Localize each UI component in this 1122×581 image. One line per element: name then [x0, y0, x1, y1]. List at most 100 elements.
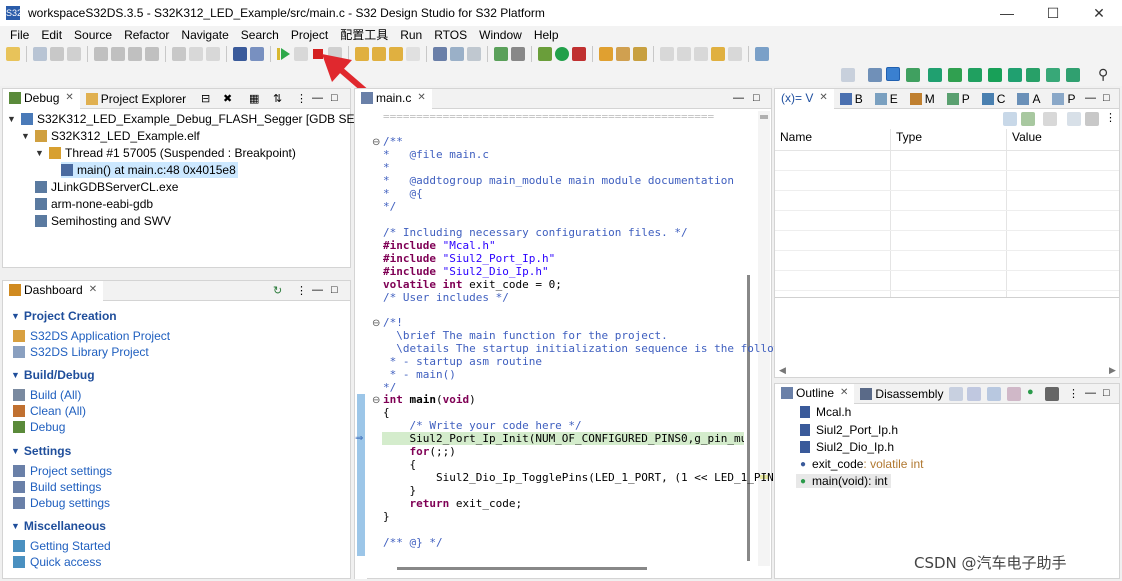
view-menu-icon[interactable]: ⋮ — [1068, 387, 1079, 400]
copy-icon[interactable] — [172, 47, 186, 61]
layout-icon[interactable] — [1067, 112, 1081, 126]
tab-breakpoints[interactable]: B — [834, 89, 869, 109]
editor-hscrollbar[interactable] — [397, 567, 647, 570]
debug-bug-icon[interactable] — [538, 47, 552, 61]
menu-search[interactable]: Search — [235, 26, 285, 44]
view-menu-icon[interactable]: ⋮ — [1105, 111, 1116, 124]
perspective-5-icon[interactable] — [948, 68, 962, 82]
menu-project[interactable]: Project — [285, 26, 334, 44]
link-editor-icon[interactable] — [1045, 387, 1059, 401]
tab-registers[interactable]: C — [976, 89, 1012, 109]
fold-icon[interactable]: ⊖ — [372, 137, 380, 148]
minimize-button[interactable]: — — [984, 0, 1030, 26]
refresh-icon[interactable]: ↻ — [273, 284, 282, 297]
section-settings[interactable]: ▼ Settings — [11, 444, 71, 458]
add-global-icon[interactable] — [1021, 112, 1035, 126]
link-build-settings[interactable]: Build settings — [13, 480, 101, 494]
clean-icon[interactable] — [128, 47, 142, 61]
cpp-perspective-icon[interactable] — [868, 68, 882, 82]
scroll-left-icon[interactable]: ◀ — [779, 365, 786, 376]
menu-help[interactable]: Help — [528, 26, 565, 44]
tab-main-c[interactable]: main.c ✕ — [355, 88, 432, 109]
collapse-all-icon[interactable] — [949, 387, 963, 401]
close-icon[interactable]: ✕ — [65, 92, 73, 103]
suspend-icon[interactable] — [294, 47, 308, 61]
tree-row-jlink[interactable]: JLinkGDBServerCL.exe — [35, 179, 178, 195]
tab-modules[interactable]: M — [904, 89, 941, 109]
open-type-icon[interactable] — [599, 47, 613, 61]
resume-icon[interactable] — [277, 47, 291, 61]
debug-config-icon[interactable] — [145, 47, 159, 61]
view-menu-icon[interactable]: ⋮ — [296, 92, 307, 105]
minimize-icon[interactable]: — — [312, 284, 323, 296]
tab-debug[interactable]: Debug ✕ — [3, 88, 80, 109]
perspective-4-icon[interactable] — [928, 68, 942, 82]
tree-row-launch[interactable]: ▼ S32K312_LED_Example_Debug_FLASH_Segger… — [7, 111, 410, 127]
link-quick-access[interactable]: Quick access — [13, 555, 101, 569]
hide-static-icon[interactable] — [1007, 387, 1021, 401]
tab-dashboard[interactable]: Dashboard ✕ — [3, 280, 104, 301]
search-tool-icon[interactable] — [633, 47, 647, 61]
column-header-type[interactable]: Type — [896, 130, 922, 144]
last-edit-icon[interactable] — [694, 47, 708, 61]
perspective-6-icon[interactable] — [968, 68, 982, 82]
maximize-icon[interactable]: □ — [331, 284, 338, 296]
menu-source[interactable]: Source — [68, 26, 118, 44]
menu-config-tools[interactable]: 配置工具 — [334, 26, 394, 44]
tab-analysis[interactable]: A — [1011, 89, 1046, 109]
section-build-debug[interactable]: ▼ Build/Debug — [11, 368, 95, 382]
minimize-icon[interactable]: — — [1085, 92, 1096, 104]
tree-row-frame[interactable]: main() at main.c:48 0x4015e8 — [61, 162, 238, 178]
skip-breakpoints-icon[interactable] — [250, 47, 264, 61]
external-tools-icon[interactable] — [572, 47, 586, 61]
outline-item[interactable]: Siul2_Dio_Ip.h — [800, 440, 894, 454]
link-debug[interactable]: Debug — [13, 420, 65, 434]
fold-icon[interactable]: ⊖ — [372, 395, 380, 406]
collapse-all-icon[interactable]: ⊟ — [201, 92, 210, 105]
print-icon[interactable] — [67, 47, 81, 61]
close-button[interactable]: ✕ — [1076, 0, 1122, 26]
forward-icon[interactable] — [728, 47, 742, 61]
menu-refactor[interactable]: Refactor — [118, 26, 175, 44]
perspective-3-icon[interactable] — [906, 68, 920, 82]
maximize-button[interactable]: ☐ — [1030, 0, 1076, 26]
new-icon[interactable] — [6, 47, 20, 61]
column-header-name[interactable]: Name — [780, 130, 812, 144]
perspective-10-icon[interactable] — [1046, 68, 1060, 82]
toggle-icon[interactable]: ⇅ — [273, 92, 282, 105]
layout-icon[interactable]: ▦ — [249, 92, 259, 105]
hammer-icon[interactable] — [111, 47, 125, 61]
tab-variables[interactable]: (x)= V ✕ — [775, 88, 834, 109]
maximize-icon[interactable]: □ — [1103, 92, 1110, 104]
link-build[interactable]: Build (All) — [13, 388, 81, 402]
registers-icon[interactable] — [467, 47, 481, 61]
link-clean[interactable]: Clean (All) — [13, 404, 86, 418]
build-icon[interactable] — [94, 47, 108, 61]
column-header-value[interactable]: Value — [1012, 130, 1042, 144]
menu-run[interactable]: Run — [394, 26, 428, 44]
tab-peripherals[interactable]: P — [941, 89, 976, 109]
open-perspective-icon[interactable] — [755, 47, 769, 61]
sort-icon[interactable] — [967, 387, 981, 401]
back-icon[interactable] — [711, 47, 725, 61]
close-icon[interactable]: ✕ — [417, 92, 425, 103]
maximize-icon[interactable]: □ — [331, 92, 338, 104]
annotation-icon[interactable] — [677, 47, 691, 61]
link-app-project[interactable]: S32DS Application Project — [13, 329, 170, 343]
perspective-9-icon[interactable] — [1026, 68, 1040, 82]
redo-icon[interactable] — [206, 47, 220, 61]
tree-row-gdb[interactable]: arm-none-eabi-gdb — [35, 196, 153, 212]
section-miscellaneous[interactable]: ▼ Miscellaneous — [11, 519, 106, 533]
settings-icon[interactable] — [1085, 112, 1099, 126]
remove-terminated-icon[interactable]: ✖ — [223, 92, 232, 105]
tab-disassembly[interactable]: Disassembly — [854, 384, 949, 404]
memory-icon[interactable] — [511, 47, 525, 61]
show-type-icon[interactable] — [1003, 112, 1017, 126]
save-icon[interactable] — [33, 47, 47, 61]
reset-icon[interactable] — [433, 47, 447, 61]
close-icon[interactable]: ✕ — [89, 284, 97, 295]
peripherals-icon[interactable] — [450, 47, 464, 61]
minimize-icon[interactable]: — — [312, 92, 323, 104]
close-icon[interactable]: ✕ — [840, 387, 848, 398]
hide-fields-icon[interactable] — [987, 387, 1001, 401]
